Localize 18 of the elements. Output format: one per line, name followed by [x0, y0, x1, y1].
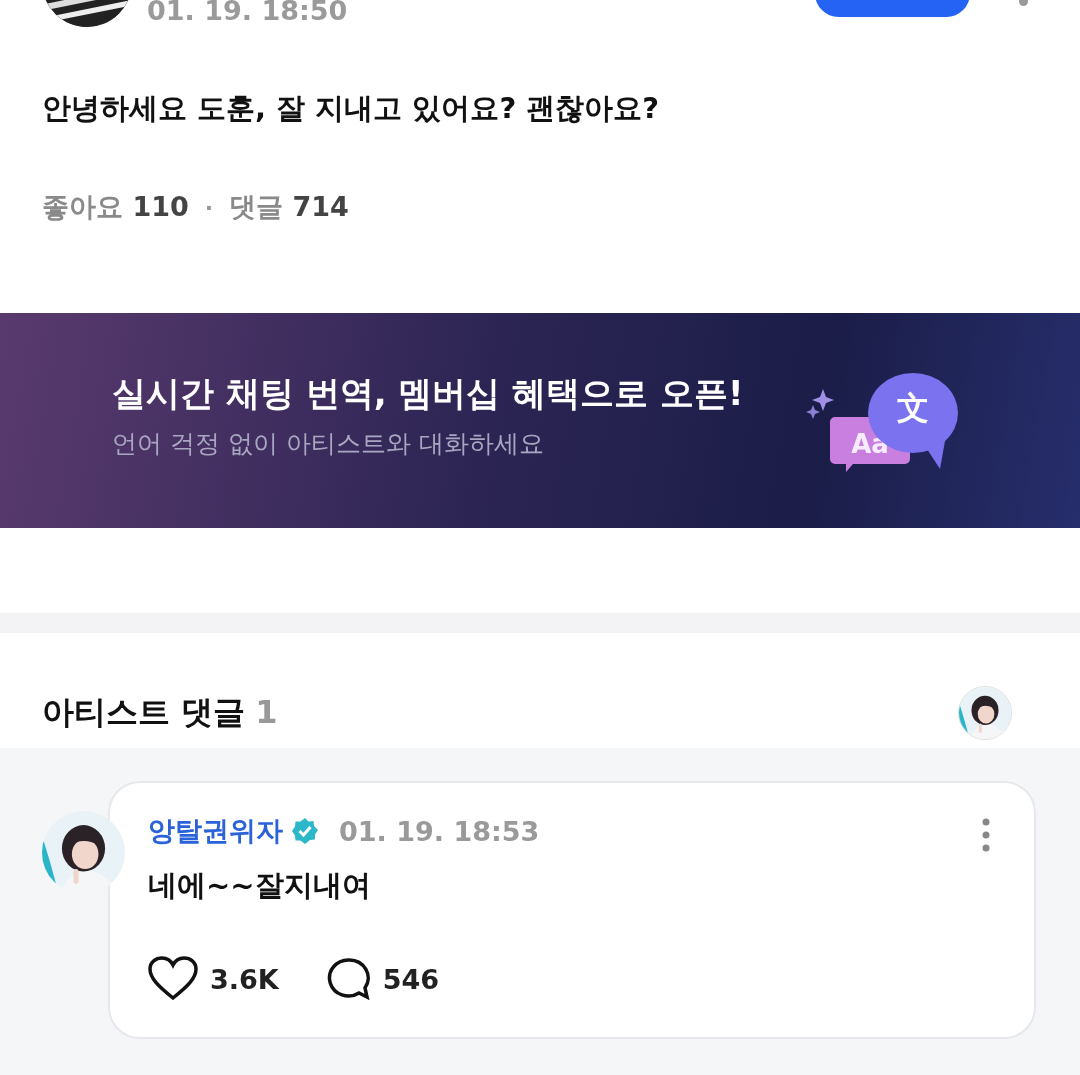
more-icon[interactable]: [982, 818, 990, 852]
post-stat: 댓글 714: [229, 190, 349, 224]
post-date: 01. 19. 18:50: [147, 0, 348, 26]
banner-title: 실시간 채팅 번역, 멤버십 혜택으로 오픈!: [112, 372, 744, 415]
separator: ·: [204, 194, 214, 220]
like-count: 3.6K: [210, 963, 279, 995]
comment-text: 네에~~잘지내여: [148, 867, 372, 904]
comment-date: 01. 19. 18:53: [339, 815, 540, 847]
heart-icon[interactable]: [148, 956, 198, 1002]
comment-count: 1: [255, 693, 278, 731]
comment-icon[interactable]: [326, 957, 371, 1001]
more-icon[interactable]: [1019, 0, 1028, 6]
banner-subtitle: 언어 걱정 없이 아티스트와 대화하세요: [112, 428, 545, 460]
reply-count: 546: [382, 963, 440, 995]
post-text: 안녕하세요 도훈, 잘 지내고 있어요? 괜찮아요?: [42, 90, 661, 127]
post-stat: 좋아요 110: [42, 190, 189, 224]
author-name[interactable]: 앙탈권위자: [148, 813, 283, 849]
section-title: 아티스트 댓글: [42, 693, 246, 731]
